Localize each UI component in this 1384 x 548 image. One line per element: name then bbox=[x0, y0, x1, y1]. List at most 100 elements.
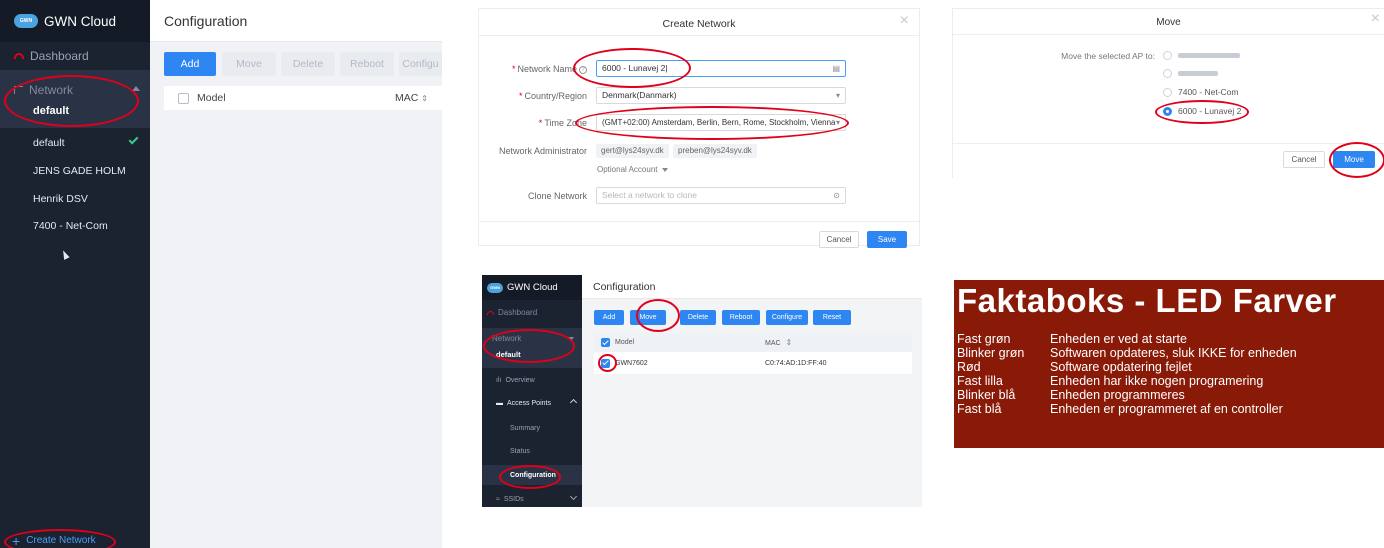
info-icon[interactable]: ? bbox=[579, 65, 587, 74]
sidebar-item-summary[interactable]: Summary bbox=[482, 418, 582, 438]
network-name-input[interactable]: 6000 - Lunavej 2| ▤ bbox=[596, 60, 846, 77]
sidebar-item-label: Dashboard bbox=[498, 308, 538, 317]
network-item-jens-gade-holm[interactable]: JENS GADE HOLM bbox=[0, 157, 150, 184]
admin-chip[interactable]: preben@lys24syv.dk bbox=[673, 144, 757, 158]
app-logo[interactable]: GWN GWN Cloud bbox=[482, 275, 582, 300]
redacted-text bbox=[1178, 53, 1240, 58]
radio-button[interactable] bbox=[1163, 87, 1172, 97]
plus-icon: + bbox=[12, 532, 21, 548]
sidebar-item-configuration[interactable]: Configuration bbox=[482, 465, 582, 485]
led-meaning: Softwaren opdateres, sluk IKKE for enhed… bbox=[1050, 346, 1297, 360]
led-meaning: Enheden programmeres bbox=[1050, 388, 1185, 402]
location-pin-icon: ⊙ bbox=[833, 191, 840, 200]
cell-model: GWN7602 bbox=[615, 359, 648, 367]
country-region-label: * Country/Region bbox=[518, 91, 587, 101]
dashboard-icon bbox=[14, 53, 24, 59]
move-button[interactable]: Move bbox=[222, 52, 276, 76]
network-option-label: 6000 - Lunavej 2 bbox=[1178, 106, 1242, 116]
network-item-henrik-dsv[interactable]: Henrik DSV bbox=[0, 185, 150, 212]
reboot-button[interactable]: Reboot bbox=[722, 310, 760, 325]
column-header-model[interactable]: Model bbox=[615, 339, 765, 346]
network-name-label-text: Network Name bbox=[517, 64, 577, 74]
column-header-mac-label: MAC bbox=[765, 340, 781, 347]
chevron-up-icon bbox=[569, 398, 578, 407]
close-icon[interactable]: × bbox=[1371, 10, 1380, 28]
sidebar-item-label: SSIDs bbox=[503, 495, 524, 503]
fact-box-title: Faktaboks - LED Farver bbox=[957, 282, 1337, 319]
network-item-7400-net-com[interactable]: 7400 - Net-Com bbox=[0, 212, 150, 239]
network-selector[interactable]: Network default bbox=[482, 328, 582, 368]
network-icon bbox=[14, 86, 23, 94]
row-checkbox[interactable] bbox=[601, 358, 610, 368]
column-header-mac[interactable]: MAC ⇕ bbox=[395, 92, 428, 104]
move-button[interactable]: Move bbox=[1333, 151, 1375, 168]
table-row[interactable]: GWN7602 C0:74:AD:1D:FF:40 bbox=[594, 352, 912, 374]
network-option-6000-lunavej-2[interactable]: 6000 - Lunavej 2 bbox=[1163, 106, 1241, 116]
radio-button[interactable] bbox=[1163, 51, 1172, 60]
sidebar-item-access-points[interactable]: ▬ Access Points bbox=[482, 393, 582, 413]
title-bar: Configuration bbox=[150, 0, 442, 42]
clone-network-select[interactable]: Select a network to clone ⊙ bbox=[596, 187, 846, 204]
create-network-dialog: Create Network × * Network Name? 6000 - L… bbox=[478, 8, 920, 248]
delete-button[interactable]: Delete bbox=[281, 52, 335, 76]
move-button[interactable]: Move bbox=[630, 310, 666, 325]
column-header-mac[interactable]: MAC ⇕ bbox=[765, 338, 792, 347]
configure-button[interactable]: Configure bbox=[766, 310, 808, 325]
time-zone-select[interactable]: (GMT+02:00) Amsterdam, Berlin, Bern, Rom… bbox=[596, 114, 846, 131]
network-label: Network bbox=[492, 334, 522, 343]
fact-box-led-colors: Faktaboks - LED Farver Fast grøn Enheden… bbox=[954, 280, 1384, 448]
check-icon bbox=[128, 134, 139, 145]
cancel-button[interactable]: Cancel bbox=[1283, 151, 1325, 168]
add-button[interactable]: Add bbox=[594, 310, 624, 325]
cancel-button[interactable]: Cancel bbox=[819, 231, 859, 248]
radio-button[interactable] bbox=[1163, 69, 1172, 78]
sidebar-item-ssids[interactable]: ≈ SSIDs bbox=[482, 489, 582, 507]
column-header-model[interactable]: Model bbox=[197, 92, 226, 104]
admin-chip[interactable]: gert@lys24syv.dk bbox=[596, 144, 669, 158]
chevron-up-icon[interactable] bbox=[132, 86, 140, 91]
sidebar-item-status[interactable]: Status bbox=[482, 441, 582, 461]
save-button[interactable]: Save bbox=[867, 231, 907, 248]
dropdown-icon: ▾ bbox=[835, 91, 840, 100]
chevron-down-icon[interactable] bbox=[568, 337, 574, 341]
select-all-checkbox[interactable] bbox=[601, 338, 610, 347]
led-state: Fast lilla bbox=[957, 374, 1003, 388]
dashboard-icon bbox=[487, 310, 494, 315]
network-option-redacted[interactable] bbox=[1163, 51, 1240, 60]
delete-button[interactable]: Delete bbox=[680, 310, 716, 325]
optional-account-label: Optional Account bbox=[597, 165, 658, 174]
network-option-redacted[interactable] bbox=[1163, 69, 1218, 78]
dropdown-icon: ▾ bbox=[835, 118, 840, 127]
led-meaning: Enheden er ved at starte bbox=[1050, 332, 1187, 346]
bar-chart-icon: ılı bbox=[496, 376, 502, 384]
sidebar-item-label: Dashboard bbox=[30, 49, 89, 63]
create-network-link[interactable]: + Create Network bbox=[0, 533, 150, 548]
optional-account-toggle[interactable]: Optional Account bbox=[597, 165, 669, 174]
list-item: Fast blå Enheden er programmeret af en c… bbox=[957, 402, 1382, 416]
add-button[interactable]: Add bbox=[164, 52, 216, 76]
network-item-default[interactable]: default bbox=[0, 129, 150, 156]
move-target-label: Move the selected AP to: bbox=[1061, 51, 1155, 61]
network-selector[interactable]: Network default bbox=[0, 70, 150, 128]
table-header: Model MAC ⇕ bbox=[594, 333, 912, 352]
configure-button[interactable]: Configu bbox=[399, 52, 442, 76]
main-content: Configuration Add Move Delete Reboot Con… bbox=[582, 275, 922, 507]
title-bar: Configuration bbox=[582, 275, 922, 299]
sidebar-item-dashboard[interactable]: Dashboard bbox=[487, 308, 537, 317]
sidebar-item-dashboard[interactable]: Dashboard bbox=[0, 42, 150, 70]
sidebar-item-overview[interactable]: ılı Overview bbox=[482, 370, 582, 390]
list-item: Fast lilla Enheden har ikke nogen progra… bbox=[957, 374, 1382, 388]
reboot-button[interactable]: Reboot bbox=[340, 52, 394, 76]
radio-button-selected[interactable] bbox=[1163, 106, 1172, 116]
list-icon: ▤ bbox=[832, 64, 840, 73]
network-option-7400-net-com[interactable]: 7400 - Net-Com bbox=[1163, 87, 1238, 97]
select-all-checkbox[interactable] bbox=[178, 92, 189, 104]
divider bbox=[479, 221, 919, 222]
list-item: Fast grøn Enheden er ved at starte bbox=[957, 332, 1382, 346]
close-icon[interactable]: × bbox=[900, 12, 909, 30]
reset-button[interactable]: Reset bbox=[813, 310, 851, 325]
country-region-select[interactable]: Denmark(Danmark) ▾ bbox=[596, 87, 846, 104]
led-state: Blinker grøn bbox=[957, 346, 1025, 360]
network-item-label: JENS GADE HOLM bbox=[33, 164, 126, 177]
app-logo[interactable]: GWN GWN Cloud bbox=[0, 0, 150, 42]
